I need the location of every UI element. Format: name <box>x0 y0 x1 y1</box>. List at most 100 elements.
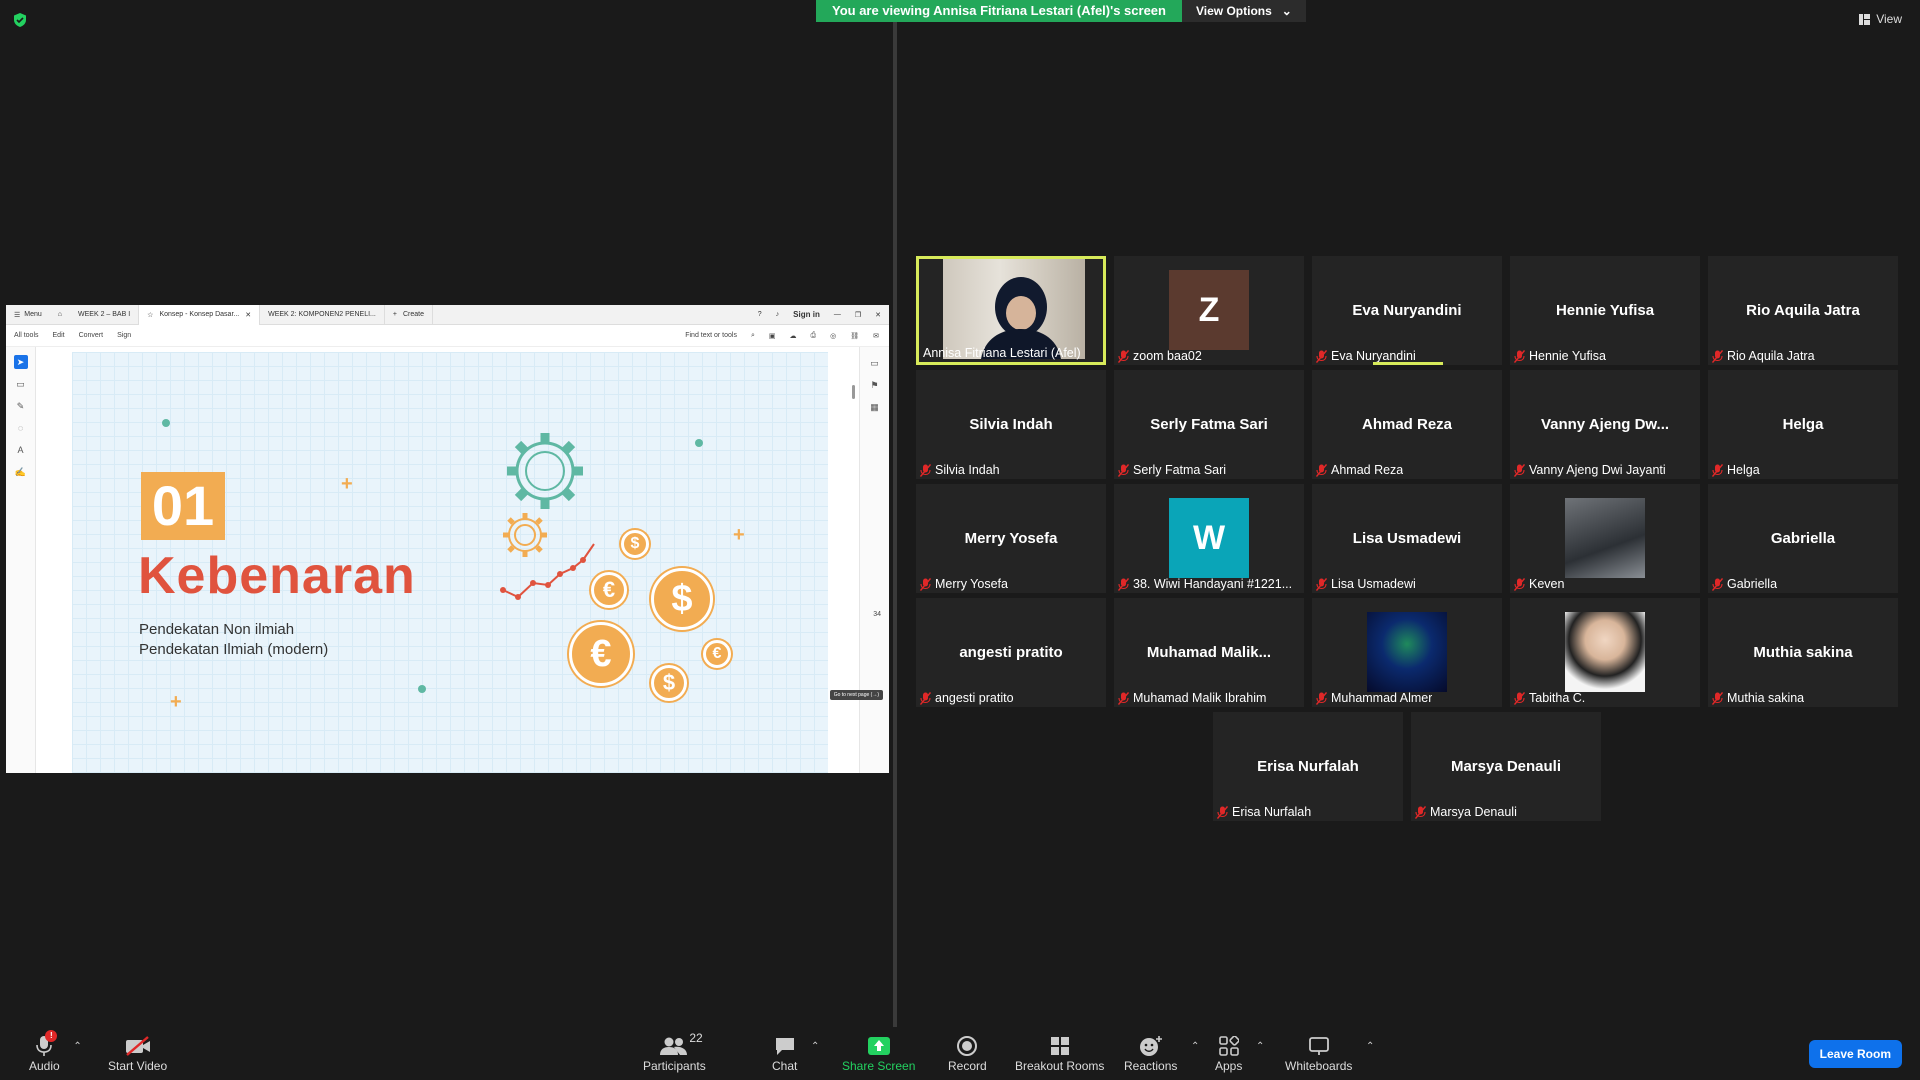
participant-tile[interactable]: Annisa Fitriana Lestari (Afel) <box>916 256 1106 365</box>
link-icon[interactable]: ⛓ <box>850 332 859 340</box>
select-cursor-icon[interactable]: ➤ <box>13 355 28 369</box>
participant-display-name: Helga <box>1782 416 1824 433</box>
leave-room-button[interactable]: Leave Room <box>1808 1040 1902 1068</box>
bell-icon[interactable]: ♪ <box>776 311 780 318</box>
participant-name-label: Ahmad Reza <box>1316 463 1403 477</box>
grid-view-icon <box>1859 13 1871 25</box>
participant-tile[interactable]: Lisa Usmadewi Lisa Usmadewi <box>1312 484 1502 593</box>
participant-name-label: Marsya Denauli <box>1415 805 1517 819</box>
participant-tile[interactable]: Merry Yosefa Merry Yosefa <box>916 484 1106 593</box>
stamp-icon[interactable]: ✍ <box>14 465 28 479</box>
apps-label: Apps <box>1215 1059 1243 1073</box>
participant-tile[interactable]: Hennie Yufisa Hennie Yufisa <box>1510 256 1700 365</box>
participant-tile[interactable]: Muhamad Malik... Muhamad Malik Ibrahim <box>1114 598 1304 707</box>
find-tools-field[interactable]: Find text or tools <box>685 332 737 339</box>
participant-tile[interactable]: Zzoom baa02 <box>1114 256 1304 365</box>
participant-tile[interactable]: Muhammad Almer <box>1312 598 1502 707</box>
participant-tile[interactable]: Muthia sakina Muthia sakina <box>1708 598 1898 707</box>
participant-display-name: Eva Nuryandini <box>1352 302 1462 319</box>
chevron-up-icon[interactable]: ⌃ <box>73 1041 81 1052</box>
menu-all-tools[interactable]: All tools <box>14 332 39 339</box>
menu-button[interactable]: ☰ Menu <box>6 305 50 325</box>
whiteboards-button[interactable]: Whiteboards ⌃ <box>1285 1033 1374 1073</box>
chevron-up-icon[interactable]: ⌃ <box>1256 1041 1264 1052</box>
participant-tile[interactable]: Rio Aquila Jatra Rio Aquila Jatra <box>1708 256 1898 365</box>
menu-sign[interactable]: Sign <box>117 332 131 339</box>
help-icon[interactable]: ? <box>758 311 762 318</box>
participant-tile[interactable]: Silvia Indah Silvia Indah <box>916 370 1106 479</box>
tab-konsep[interactable]: ☆ Konsep - Konsep Dasar... ✕ <box>139 305 261 325</box>
microphone-muted-icon <box>1415 805 1427 819</box>
tab-week2-komponen[interactable]: WEEK 2: KOMPONEN2 PENELI... <box>260 305 385 325</box>
mail-icon[interactable]: ✉ <box>873 332 879 340</box>
page-scrollbar[interactable] <box>852 385 855 399</box>
audio-button[interactable]: ! Audio ⌃ <box>29 1030 82 1073</box>
menu-convert[interactable]: Convert <box>79 332 104 339</box>
window-close-icon[interactable]: ✕ <box>875 311 881 319</box>
bookmark-icon[interactable]: ⚑ <box>869 379 881 391</box>
participant-tile[interactable]: Marsya Denauli Marsya Denauli <box>1411 712 1601 821</box>
zoom-meeting-window: You are viewing Annisa Fitriana Lestari … <box>0 0 1920 1080</box>
menu-edit[interactable]: Edit <box>53 332 65 339</box>
participant-name-label: Keven <box>1514 577 1564 591</box>
close-icon[interactable]: ✕ <box>245 311 251 319</box>
upload-icon[interactable]: ☁ <box>790 332 797 340</box>
trend-line-icon <box>500 543 595 600</box>
app-tab-bar: ☰ Menu ⌂ WEEK 2 – BAB I ☆ Konsep - Konsep … <box>6 305 889 325</box>
microphone-muted-icon <box>1118 577 1130 591</box>
print-icon[interactable]: ⎙ <box>811 332 817 340</box>
comments-panel-icon[interactable]: ▭ <box>869 357 881 369</box>
lasso-icon[interactable]: ◌ <box>14 421 28 435</box>
record-button[interactable]: Record <box>948 1033 987 1073</box>
participant-tile[interactable]: angesti pratito angesti pratito <box>916 598 1106 707</box>
participant-tile[interactable]: Vanny Ajeng Dw... Vanny Ajeng Dwi Jayanti <box>1510 370 1700 479</box>
participant-display-name: Erisa Nurfalah <box>1257 758 1359 775</box>
participant-tile[interactable]: Gabriella Gabriella <box>1708 484 1898 593</box>
panel-splitter[interactable] <box>893 22 897 1027</box>
tab-week2-bab1[interactable]: WEEK 2 – BAB I <box>70 305 140 325</box>
reactions-button[interactable]: Reactions ⌃ <box>1124 1033 1199 1073</box>
chevron-up-icon[interactable]: ⌃ <box>1191 1041 1199 1052</box>
save-icon[interactable]: ▣ <box>769 332 776 340</box>
ai-assistant-icon[interactable]: ◎ <box>830 332 836 340</box>
participant-name: Annisa Fitriana Lestari (Afel) <box>923 346 1081 360</box>
security-shield-icon[interactable] <box>12 12 28 28</box>
participant-tile[interactable]: Serly Fatma Sari Serly Fatma Sari <box>1114 370 1304 479</box>
view-options-button[interactable]: View Options ⌄ <box>1181 0 1306 22</box>
participants-button[interactable]: 22 Participants <box>643 1031 706 1073</box>
participant-tile[interactable]: Eva Nuryandini Eva Nuryandini <box>1312 256 1502 365</box>
participant-tile[interactable]: Tabitha C. <box>1510 598 1700 707</box>
create-tab-button[interactable]: + Create <box>385 305 433 325</box>
participant-tile[interactable]: Erisa Nurfalah Erisa Nurfalah <box>1213 712 1403 821</box>
start-video-button[interactable]: Start Video <box>108 1033 167 1073</box>
slide-bullet-1: Pendekatan Non ilmiah <box>139 621 295 638</box>
chat-button[interactable]: Chat ⌃ <box>772 1033 819 1073</box>
thumbnails-icon[interactable]: ▦ <box>869 401 881 413</box>
comment-icon[interactable]: ▭ <box>14 377 28 391</box>
minimize-icon[interactable]: — <box>834 311 841 318</box>
avatar: W <box>1169 498 1249 578</box>
participant-tile[interactable]: Keven <box>1510 484 1700 593</box>
pen-icon[interactable]: ✎ <box>14 399 28 413</box>
breakout-rooms-button[interactable]: Breakout Rooms <box>1015 1033 1104 1073</box>
chevron-up-icon[interactable]: ⌃ <box>811 1041 819 1052</box>
menu-label: Menu <box>24 311 42 318</box>
share-screen-button[interactable]: Share Screen <box>842 1033 915 1073</box>
dollar-coin-icon: $ <box>651 665 687 701</box>
decor-dot <box>418 685 426 693</box>
chevron-up-icon[interactable]: ⌃ <box>1366 1041 1374 1052</box>
search-icon[interactable]: ⌕ <box>751 332 755 340</box>
home-button[interactable]: ⌂ <box>50 305 70 325</box>
participant-tile[interactable]: Helga Helga <box>1708 370 1898 479</box>
restore-icon[interactable]: ❐ <box>855 311 861 319</box>
text-box-icon[interactable]: A <box>14 443 28 457</box>
view-button[interactable]: View <box>1859 12 1902 26</box>
apps-button[interactable]: Apps ⌃ <box>1215 1033 1264 1073</box>
microphone-muted-icon <box>920 463 932 477</box>
decor-plus: + <box>733 524 745 546</box>
participant-tile[interactable]: W 38. Wiwi Handayani #1221... <box>1114 484 1304 593</box>
participant-tile[interactable]: Ahmad Reza Ahmad Reza <box>1312 370 1502 479</box>
slide-number: 01 <box>141 472 225 540</box>
sign-in-button[interactable]: Sign in <box>793 310 820 319</box>
avatar: Z <box>1169 270 1249 350</box>
